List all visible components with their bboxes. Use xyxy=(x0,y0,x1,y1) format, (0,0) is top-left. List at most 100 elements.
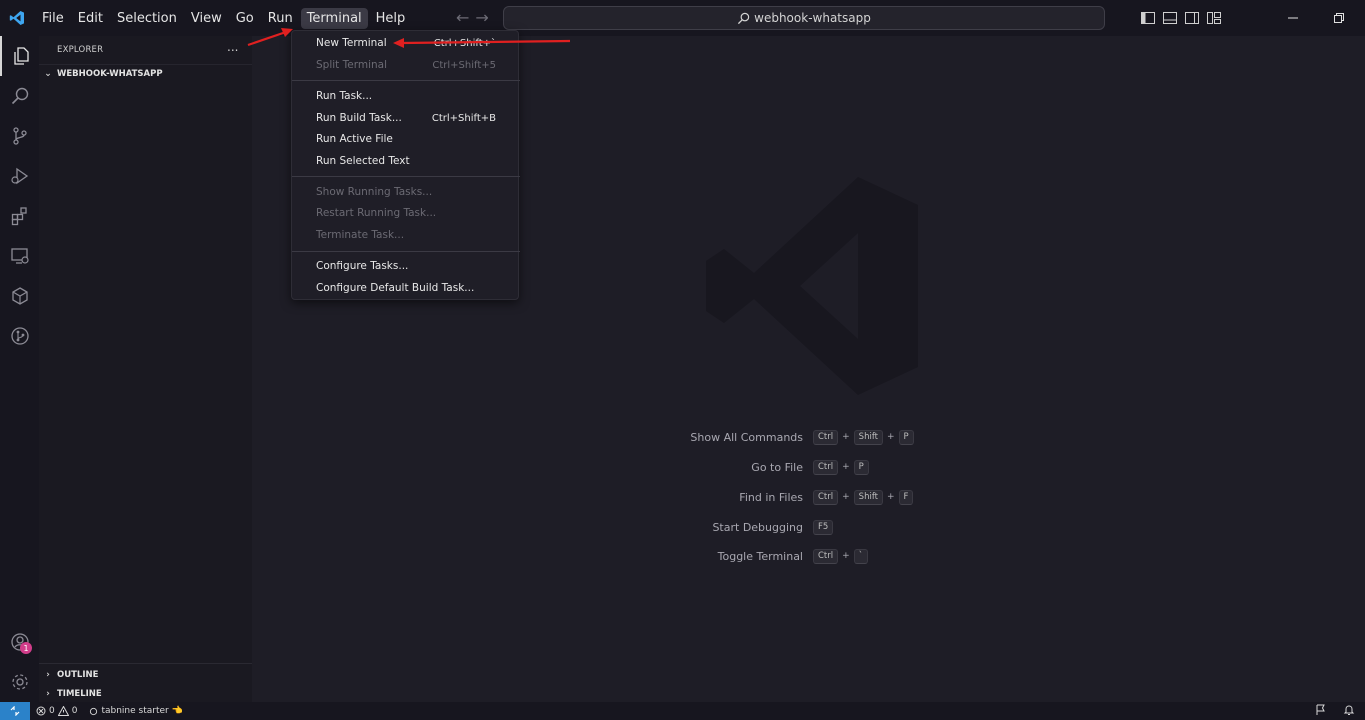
outline-section-header[interactable]: › OUTLINE xyxy=(39,665,252,684)
shortcut-label: Toggle Terminal xyxy=(717,549,803,563)
kubernetes-icon[interactable] xyxy=(0,276,39,316)
menu-item-shortcut: Ctrl+Shift+` xyxy=(433,37,496,49)
shortcut-show-all-commands: Show All Commands Ctrl + Shift + P xyxy=(690,428,1110,446)
search-icon[interactable] xyxy=(0,76,39,116)
keycap: F xyxy=(898,489,914,505)
menu-help[interactable]: Help xyxy=(370,8,412,29)
back-arrow-icon[interactable]: ← xyxy=(456,9,469,27)
remote-explorer-icon[interactable] xyxy=(0,236,39,276)
menu-item-terminate-task: Terminate Task... xyxy=(292,225,520,245)
chevron-right-icon: › xyxy=(46,669,50,680)
menu-item-split-terminal: Split Terminal Ctrl+Shift+5 xyxy=(292,55,520,75)
status-right-items xyxy=(1315,702,1355,720)
folder-section-header[interactable]: ⌄ WEBHOOK-WHATSAPP xyxy=(39,64,252,83)
keycap: P xyxy=(853,459,869,475)
minimize-icon[interactable] xyxy=(1270,0,1316,36)
customize-layout-icon[interactable] xyxy=(1206,10,1222,26)
problems-indicator[interactable]: 0 0 xyxy=(36,706,77,716)
vscode-logo-icon xyxy=(0,0,34,36)
forward-arrow-icon[interactable]: → xyxy=(475,9,488,27)
search-icon xyxy=(738,12,750,24)
toggle-secondary-sidebar-icon[interactable] xyxy=(1184,10,1200,26)
menu-item-label: Run Build Task... xyxy=(316,112,402,124)
source-control-icon[interactable] xyxy=(0,116,39,156)
plus-sign: + xyxy=(842,492,850,502)
menu-edit[interactable]: Edit xyxy=(72,8,109,29)
settings-gear-icon[interactable] xyxy=(0,662,39,702)
menu-view[interactable]: View xyxy=(185,8,228,29)
sidebar-title: EXPLORER xyxy=(57,45,104,55)
shortcut-label: Go to File xyxy=(751,460,803,474)
folder-name: WEBHOOK-WHATSAPP xyxy=(57,69,163,79)
plus-sign: + xyxy=(887,432,895,442)
menu-item-run-build-task[interactable]: Run Build Task... Ctrl+Shift+B xyxy=(292,108,520,128)
error-count: 0 xyxy=(49,706,55,716)
account-badge: 1 xyxy=(20,642,32,654)
menu-terminal[interactable]: Terminal xyxy=(300,7,368,29)
menu-separator xyxy=(292,80,520,81)
toggle-primary-sidebar-icon[interactable] xyxy=(1140,10,1156,26)
plus-sign: + xyxy=(887,492,895,502)
terminal-menu-dropdown: New Terminal Ctrl+Shift+` Split Terminal… xyxy=(291,30,520,300)
pointing-hand-emoji: 👈 xyxy=(171,706,183,716)
menu-go[interactable]: Go xyxy=(230,8,260,29)
keycap: Ctrl xyxy=(813,548,839,564)
keycap: ` xyxy=(853,548,868,564)
menu-item-run-active-file[interactable]: Run Active File xyxy=(292,129,520,149)
extensions-icon[interactable] xyxy=(0,196,39,236)
section-divider xyxy=(39,663,252,664)
chevron-right-icon: › xyxy=(46,688,50,699)
keycap: Ctrl xyxy=(813,459,839,475)
run-debug-icon[interactable] xyxy=(0,156,39,196)
shortcut-find-in-files: Find in Files Ctrl + Shift + F xyxy=(690,488,1110,506)
menu-file[interactable]: File xyxy=(36,8,70,29)
tabnine-status[interactable]: tabnine starter 👈 xyxy=(89,706,183,716)
account-icon[interactable]: 1 xyxy=(0,622,39,662)
error-icon xyxy=(36,706,46,716)
menu-separator xyxy=(292,251,520,252)
notifications-bell-icon[interactable] xyxy=(1343,704,1355,719)
menu-item-label: Show Running Tasks... xyxy=(316,186,433,198)
menu-item-configure-default-build-task[interactable]: Configure Default Build Task... xyxy=(292,278,520,298)
menu-item-new-terminal[interactable]: New Terminal Ctrl+Shift+` xyxy=(292,33,520,53)
menu-item-run-task[interactable]: Run Task... xyxy=(292,86,520,106)
keycap: F5 xyxy=(813,519,834,535)
menu-item-label: Split Terminal xyxy=(316,59,387,71)
menu-item-label: Configure Default Build Task... xyxy=(316,282,475,294)
keycap: Ctrl xyxy=(813,429,839,445)
feedback-icon[interactable] xyxy=(1315,704,1327,719)
shortcut-label: Find in Files xyxy=(739,490,803,504)
menu-item-label: Run Selected Text xyxy=(316,155,410,167)
plus-sign: + xyxy=(842,551,850,561)
command-center-label: webhook-whatsapp xyxy=(754,11,871,25)
tabnine-icon xyxy=(90,707,98,715)
menu-item-shortcut: Ctrl+Shift+5 xyxy=(432,59,496,71)
explorer-icon[interactable] xyxy=(0,36,39,76)
menu-selection[interactable]: Selection xyxy=(111,8,183,29)
status-bar: 0 0 tabnine starter 👈 xyxy=(0,702,1365,720)
menu-item-label: Run Active File xyxy=(316,133,393,145)
command-center-search[interactable]: webhook-whatsapp xyxy=(503,6,1105,30)
menu-item-show-running-tasks: Show Running Tasks... xyxy=(292,182,520,202)
menu-item-run-selected-text[interactable]: Run Selected Text xyxy=(292,151,520,171)
menu-item-configure-tasks[interactable]: Configure Tasks... xyxy=(292,256,520,276)
window-controls xyxy=(1270,0,1365,36)
menu-item-shortcut: Ctrl+Shift+B xyxy=(431,112,496,124)
menu-item-label: Restart Running Task... xyxy=(316,207,437,219)
title-bar: File Edit Selection View Go Run Terminal… xyxy=(0,0,1365,36)
menu-item-label: Configure Tasks... xyxy=(316,260,409,272)
menu-separator xyxy=(292,176,520,177)
warning-count: 0 xyxy=(71,706,78,716)
timeline-section-header[interactable]: › TIMELINE xyxy=(39,684,252,703)
shortcut-toggle-terminal: Toggle Terminal Ctrl + ` xyxy=(690,547,1110,565)
shortcut-start-debugging: Start Debugging F5 xyxy=(690,518,1110,536)
keycap: Shift xyxy=(853,489,883,505)
navigation-arrows: ← → xyxy=(456,9,489,27)
restore-icon[interactable] xyxy=(1316,0,1362,36)
toggle-panel-icon[interactable] xyxy=(1162,10,1178,26)
git-graph-icon[interactable] xyxy=(0,316,39,356)
remote-indicator-button[interactable] xyxy=(0,702,30,720)
menu-run[interactable]: Run xyxy=(262,8,299,29)
menu-item-restart-running-task: Restart Running Task... xyxy=(292,203,520,223)
more-actions-icon[interactable]: ... xyxy=(227,40,238,54)
